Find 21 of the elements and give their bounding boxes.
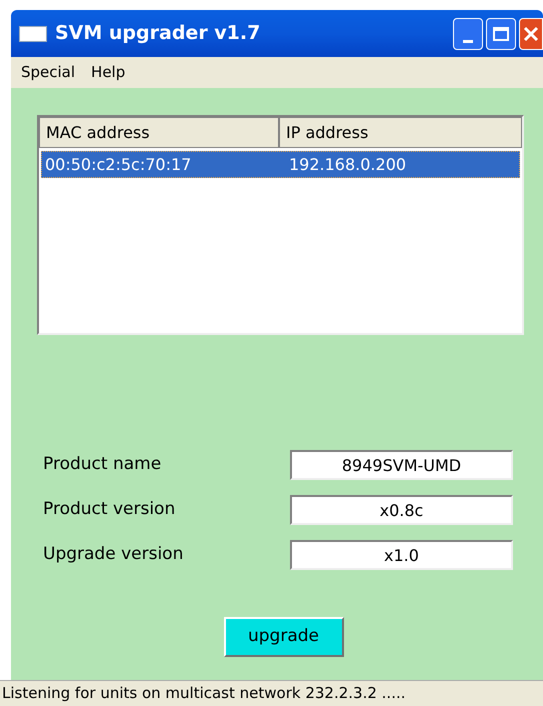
window-icon: [19, 26, 47, 42]
value-field[interactable]: x0.8c: [290, 495, 513, 525]
window-title: SVM upgrader v1.7: [55, 21, 262, 46]
close-button[interactable]: [519, 18, 543, 50]
value-field[interactable]: 8949SVM-UMD: [290, 450, 513, 480]
minimize-button[interactable]: [453, 18, 483, 50]
table-cell-text: 00:50:c2:5c:70:17: [44, 154, 192, 176]
menu-item[interactable]: Special: [21, 61, 76, 84]
list-row[interactable]: 00:50:c2:5c:70:17 192.168.0.200: [41, 151, 520, 178]
column-header[interactable]: IP address: [279, 117, 522, 148]
status-text: Listening for units on multicast network 232.2.3.2 .....: [2, 683, 406, 704]
field-label: Product version: [43, 498, 176, 522]
table-cell-text: 192.168.0.200: [288, 154, 408, 176]
column-header[interactable]: MAC address: [39, 117, 279, 148]
value-field[interactable]: x1.0: [290, 540, 513, 570]
field-label: Upgrade version: [43, 543, 184, 566]
menu-item[interactable]: Help: [91, 61, 126, 84]
upgrade-button[interactable]: upgrade: [224, 617, 344, 657]
maximize-button[interactable]: [486, 18, 516, 50]
field-label: Product name: [43, 453, 162, 476]
close-icon: [523, 26, 539, 42]
